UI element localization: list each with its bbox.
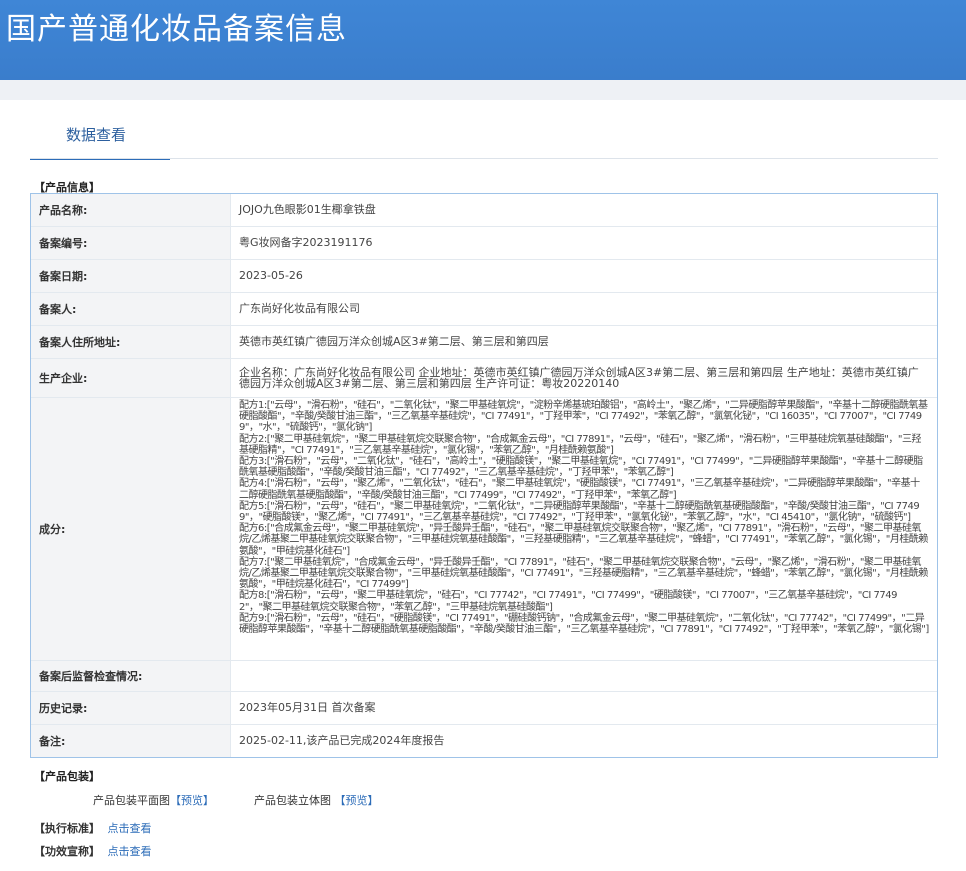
row-label: 成分: xyxy=(31,398,231,660)
table-row: 备注: 2025-02-11,该产品已完成2024年度报告 xyxy=(31,725,937,757)
table-row: 备案人: 广东尚好化妆品有限公司 xyxy=(31,293,937,326)
registration-number-value: 粤G妆网备字2023191176 xyxy=(239,236,373,250)
row-label: 备案人: xyxy=(31,293,231,325)
row-label: 历史记录: xyxy=(31,692,231,724)
packaging-solid-label: 产品包装立体图 xyxy=(254,794,331,807)
tab-data-view[interactable]: 数据查看 xyxy=(30,118,170,160)
supervision-value xyxy=(231,661,937,691)
row-label: 备案编号: xyxy=(31,227,231,259)
section-title-standard: 【执行标准】 xyxy=(34,822,100,835)
table-row: 历史记录: 2023年05月31日 首次备案 xyxy=(31,692,937,725)
product-info-table: 产品名称: JOJO九色眼影01生椰拿铁盘 备案编号: 粤G妆网备字202319… xyxy=(30,193,938,758)
table-row: 生产企业: 企业名称：广东尚好化妆品有限公司 企业地址：英德市英红镇广德园万洋众… xyxy=(31,359,937,398)
registrant-address-value: 英德市英红镇广德园万洋众创城A区3#第二层、第三层和第四层 xyxy=(239,335,549,349)
packaging-flat-preview-link[interactable]: 【预览】 xyxy=(170,794,214,807)
row-label: 备案人住所地址: xyxy=(31,326,231,358)
table-row: 备案后监督检查情况: xyxy=(31,661,937,692)
row-label: 生产企业: xyxy=(31,359,231,397)
table-row: 成分: 配方1:["云母"，"滑石粉"，"硅石"，"二氧化钛"，"聚二甲基硅氧烷… xyxy=(31,398,937,661)
section-title-efficacy: 【功效宣称】 xyxy=(34,845,100,858)
page-title: 国产普通化妆品备案信息 xyxy=(6,12,347,47)
header-bar: 国产普通化妆品备案信息 xyxy=(0,0,966,80)
packaging-flat-label: 产品包装平面图 xyxy=(93,794,170,807)
table-row: 备案日期: 2023-05-26 xyxy=(31,260,937,293)
packaging-solid: 产品包装立体图 【预览】 xyxy=(254,792,379,808)
row-label: 备注: xyxy=(31,725,231,757)
packaging-solid-preview-link[interactable]: 【预览】 xyxy=(335,794,379,807)
product-name-value: JOJO九色眼影01生椰拿铁盘 xyxy=(239,203,376,217)
row-label: 备案日期: xyxy=(31,260,231,292)
table-row: 备案编号: 粤G妆网备字2023191176 xyxy=(31,227,937,260)
efficacy-section: 【功效宣称】 点击查看 xyxy=(34,843,152,859)
tab-divider xyxy=(30,158,938,159)
standard-link[interactable]: 点击查看 xyxy=(108,822,152,835)
header-gap xyxy=(0,80,966,100)
table-row: 备案人住所地址: 英德市英红镇广德园万洋众创城A区3#第二层、第三层和第四层 xyxy=(31,326,937,359)
packaging-flat: 产品包装平面图【预览】 xyxy=(93,792,214,808)
efficacy-link[interactable]: 点击查看 xyxy=(108,845,152,858)
registrant-value: 广东尚好化妆品有限公司 xyxy=(239,302,360,316)
row-label: 备案后监督检查情况: xyxy=(31,661,231,691)
remarks-value: 2025-02-11,该产品已完成2024年度报告 xyxy=(239,734,445,748)
section-title-packaging: 【产品包装】 xyxy=(34,770,100,783)
tab-data-view-label: 数据查看 xyxy=(66,126,127,144)
registration-date-value: 2023-05-26 xyxy=(239,269,303,283)
standard-section: 【执行标准】 点击查看 xyxy=(34,820,152,836)
row-label: 产品名称: xyxy=(31,194,231,226)
main-content: 数据查看 【产品信息】 产品名称: JOJO九色眼影01生椰拿铁盘 备案编号: … xyxy=(0,100,966,871)
manufacturer-value: 企业名称：广东尚好化妆品有限公司 企业地址：英德市英红镇广德园万洋众创城A区3#… xyxy=(239,365,919,390)
history-value: 2023年05月31日 首次备案 xyxy=(239,701,376,715)
table-row: 产品名称: JOJO九色眼影01生椰拿铁盘 xyxy=(31,194,937,227)
ingredients-value: 配方1:["云母"，"滑石粉"，"硅石"，"二氧化钛"，"聚二甲基硅氧烷"，"淀… xyxy=(239,400,929,636)
